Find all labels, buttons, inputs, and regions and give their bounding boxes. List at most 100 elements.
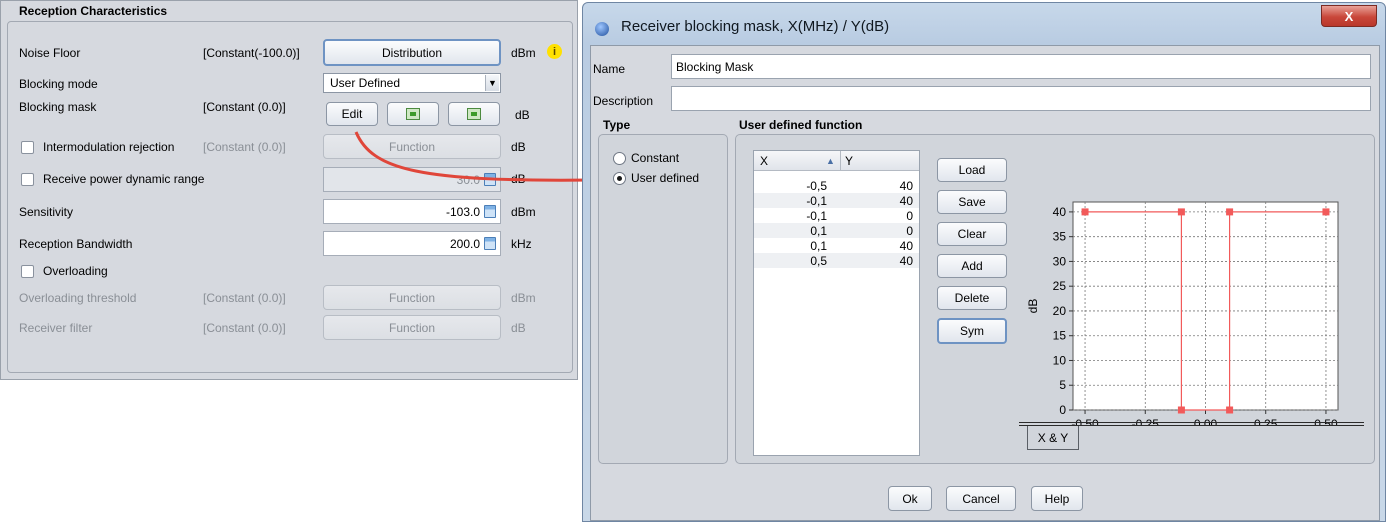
- table-row[interactable]: 0,1 0: [754, 223, 919, 238]
- chevron-down-icon: ▼: [485, 75, 499, 91]
- clear-button[interactable]: Clear: [937, 222, 1007, 246]
- data-point: [1177, 406, 1185, 414]
- panel-title: Reception Characteristics: [19, 4, 168, 18]
- blocking-mode-selected: User Defined: [330, 76, 401, 90]
- data-point: [1177, 208, 1185, 216]
- data-point: [1226, 208, 1234, 216]
- receiver-filter-label: Receiver filter: [19, 321, 93, 335]
- cell-y: 40: [899, 239, 913, 253]
- description-field[interactable]: [671, 86, 1371, 111]
- cell-x: 0,1: [810, 239, 827, 253]
- save-button[interactable]: Save: [937, 190, 1007, 214]
- calculator-icon[interactable]: [484, 205, 496, 218]
- overloading-threshold-label: Overloading threshold: [19, 291, 137, 305]
- cell-y: 40: [899, 179, 913, 193]
- calculator-icon[interactable]: [484, 173, 496, 186]
- table-row[interactable]: 0,5 40: [754, 253, 919, 268]
- dynamic-range-value: 30.0: [456, 172, 480, 187]
- data-point: [1081, 208, 1089, 216]
- dialog-content: Name Blocking Mask Description Type Cons…: [590, 45, 1380, 521]
- calculator-icon[interactable]: [484, 237, 496, 250]
- table-row[interactable]: -0,1 40: [754, 193, 919, 208]
- table-header: X ▲ Y: [754, 151, 919, 171]
- cell-y: 40: [899, 194, 913, 208]
- add-button[interactable]: Add: [937, 254, 1007, 278]
- overloading-checkbox[interactable]: [21, 265, 34, 278]
- edit-button[interactable]: Edit: [326, 102, 378, 126]
- xy-chart: -0,50-0,250,000,250,500510152025303540MH…: [1026, 201, 1339, 426]
- bandwidth-unit: kHz: [511, 237, 532, 251]
- export-button[interactable]: [448, 102, 500, 126]
- column-header-y[interactable]: Y: [845, 154, 853, 168]
- reception-characteristics-panel: Reception Characteristics Noise Floor [C…: [0, 0, 578, 380]
- name-label: Name: [593, 62, 626, 76]
- overloading-function-button[interactable]: Function: [323, 285, 501, 310]
- blocking-mode-label: Blocking mode: [19, 77, 98, 91]
- load-button[interactable]: Load: [937, 158, 1007, 182]
- description-label: Description: [593, 94, 654, 108]
- sensitivity-field[interactable]: -103.0: [323, 199, 501, 224]
- name-value: Blocking Mask: [676, 59, 754, 74]
- delete-button[interactable]: Delete: [937, 286, 1007, 310]
- cell-x: -0,1: [806, 194, 827, 208]
- cell-y: 40: [899, 254, 913, 268]
- import-icon: [406, 108, 420, 120]
- bandwidth-value: 200.0: [449, 236, 480, 251]
- intermod-function-button[interactable]: Function: [323, 134, 501, 159]
- cell-x: -0,5: [806, 179, 827, 193]
- intermod-value: [Constant (0.0)]: [203, 140, 286, 154]
- sort-ascending-icon: ▲: [826, 156, 835, 166]
- close-button[interactable]: X: [1321, 5, 1377, 27]
- type-heading: Type: [603, 118, 631, 132]
- radio-user-defined[interactable]: [613, 172, 626, 185]
- blocking-mode-select[interactable]: User Defined ▼: [323, 73, 501, 93]
- y-tick-label: 35: [1053, 230, 1067, 244]
- intermod-label: Intermodulation rejection: [43, 140, 175, 154]
- cancel-button[interactable]: Cancel: [946, 486, 1016, 511]
- dynamic-range-checkbox[interactable]: [21, 173, 34, 186]
- y-tick-label: 10: [1053, 353, 1067, 367]
- sym-button[interactable]: Sym: [937, 318, 1007, 344]
- data-point: [1322, 208, 1330, 216]
- y-tick-label: 40: [1053, 205, 1067, 219]
- xy-table[interactable]: X ▲ Y -0,5 40 -0,1 40 -0,1 0 0,1 0 0,1 4…: [753, 150, 920, 456]
- dynamic-range-unit: dB: [511, 172, 526, 186]
- noise-floor-value: [Constant(-100.0)]: [203, 46, 300, 60]
- dialog-title: Receiver blocking mask, X(MHz) / Y(dB): [621, 18, 890, 35]
- ok-button[interactable]: Ok: [888, 486, 932, 511]
- cell-x: -0,1: [806, 209, 827, 223]
- blocking-mask-label: Blocking mask: [19, 100, 97, 114]
- data-point: [1226, 406, 1234, 414]
- intermod-checkbox[interactable]: [21, 141, 34, 154]
- name-field[interactable]: Blocking Mask: [671, 54, 1371, 79]
- import-button[interactable]: [387, 102, 439, 126]
- cell-y: 0: [906, 224, 913, 238]
- radio-constant[interactable]: [613, 152, 626, 165]
- overloading-threshold-value: [Constant (0.0)]: [203, 291, 286, 305]
- help-button[interactable]: Help: [1031, 486, 1083, 511]
- bandwidth-field[interactable]: 200.0: [323, 231, 501, 256]
- radio-user-defined-label: User defined: [631, 171, 700, 185]
- blocking-mask-dialog: Receiver blocking mask, X(MHz) / Y(dB) X…: [582, 2, 1386, 522]
- cell-y: 0: [906, 209, 913, 223]
- column-header-x[interactable]: X: [760, 154, 768, 168]
- y-tick-label: 5: [1059, 378, 1066, 392]
- cell-x: 0,5: [810, 254, 827, 268]
- dynamic-range-field[interactable]: 30.0: [323, 167, 501, 192]
- dynamic-range-label: Receive power dynamic range: [43, 172, 205, 186]
- intermod-unit: dB: [511, 140, 526, 154]
- sensitivity-unit: dBm: [511, 205, 536, 219]
- udf-heading: User defined function: [739, 118, 863, 132]
- distribution-button[interactable]: Distribution: [323, 39, 501, 66]
- noise-floor-unit: dBm: [511, 46, 536, 60]
- table-row[interactable]: -0,5 40: [754, 178, 919, 193]
- app-icon: [595, 22, 609, 36]
- y-tick-label: 15: [1053, 329, 1067, 343]
- blocking-mask-value: [Constant (0.0)]: [203, 100, 286, 114]
- tab-xy[interactable]: X & Y: [1027, 426, 1079, 450]
- table-row[interactable]: 0,1 40: [754, 238, 919, 253]
- table-row[interactable]: -0,1 0: [754, 208, 919, 223]
- close-icon: X: [1344, 8, 1354, 24]
- receiver-filter-function-button[interactable]: Function: [323, 315, 501, 340]
- info-icon[interactable]: i: [547, 44, 562, 59]
